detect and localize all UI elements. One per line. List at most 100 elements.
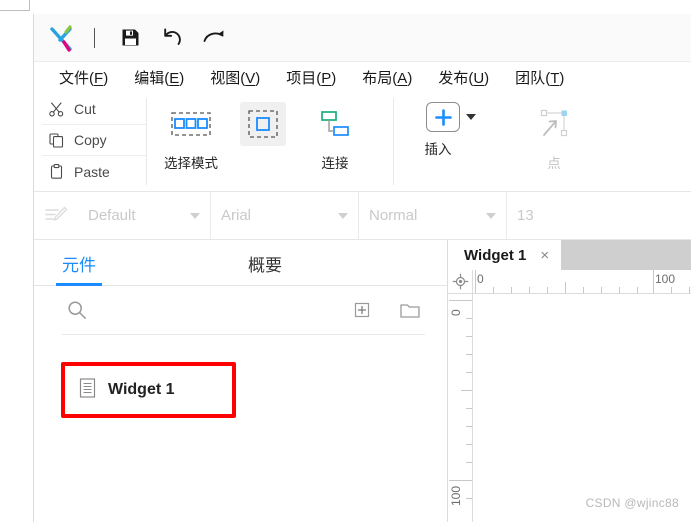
toolbar-separator [94, 27, 95, 48]
paste-label: Paste [74, 163, 110, 180]
plus-icon[interactable] [426, 102, 460, 132]
point-tool-icon [531, 102, 577, 146]
insert-control[interactable] [426, 102, 476, 132]
list-item-label: Widget 1 [108, 381, 175, 398]
ruler-label-h-100: 100 [655, 272, 676, 286]
chevron-down-icon[interactable] [486, 212, 496, 219]
font-size-value: 13 [517, 207, 534, 224]
font-weight-select[interactable]: Normal [359, 192, 507, 239]
connect-label: 连接 [321, 156, 349, 171]
connect-button[interactable]: 连接 [299, 102, 371, 172]
search-icon[interactable] [62, 297, 92, 323]
canvas-pane: Widget 1 × 0 100 0 100 [448, 240, 691, 522]
menu-item-publish[interactable]: 发布(U) [425, 67, 502, 88]
connect-icon [312, 102, 358, 146]
axure-x-logo [46, 23, 80, 53]
insert-group: 插入 点 [394, 92, 590, 191]
workspace: 元件 概要 Widget 1 Widget 1 × 0 100 0 100 [34, 240, 691, 522]
ruler-label-v-0: 0 [449, 309, 463, 316]
menu-bar: 文件(F) 编辑(E) 视图(V) 项目(P) 布局(A) 发布(U) 团队(T… [34, 62, 691, 92]
cut-label: Cut [74, 101, 96, 117]
design-canvas[interactable] [474, 295, 691, 522]
menu-item-team[interactable]: 团队(T) [502, 67, 577, 88]
style-value: Default [88, 207, 136, 224]
menu-item-file[interactable]: 文件(F) [46, 67, 121, 88]
menu-item-layout[interactable]: 布局(A) [349, 67, 425, 88]
tab-widgets-label: 元件 [62, 256, 96, 275]
highlight-box: Widget 1 [61, 362, 236, 418]
tab-outline[interactable]: 概要 [242, 251, 288, 285]
style-select[interactable]: Default [78, 192, 211, 239]
quick-access-toolbar [34, 14, 691, 62]
horizontal-ruler[interactable]: 0 100 [473, 270, 691, 294]
add-page-icon[interactable] [347, 297, 377, 323]
menu-label: 布局 [362, 69, 393, 87]
ruler-label-v-100: 100 [449, 485, 463, 506]
selection-tools-group: 选择模式 连接 [147, 92, 371, 191]
menu-accel: T [550, 69, 560, 87]
point-tool-label: 点 [547, 156, 561, 171]
font-family-value: Arial [221, 207, 252, 224]
canvas-tab-label: Widget 1 [464, 246, 527, 264]
chevron-down-icon[interactable] [190, 212, 200, 219]
panel-divider [62, 334, 425, 335]
clipboard-icon [48, 164, 64, 180]
chevron-down-icon[interactable] [338, 212, 348, 219]
menu-accel: U [473, 69, 485, 87]
select-mode-contained-button[interactable]: 选择模式 [155, 102, 227, 172]
panel-tab-bar: 元件 概要 [34, 240, 447, 286]
menu-item-edit[interactable]: 编辑(E) [121, 67, 197, 88]
save-icon[interactable] [109, 21, 151, 55]
font-family-select[interactable]: Arial [211, 192, 359, 239]
menu-item-view[interactable]: 视图(V) [197, 67, 273, 88]
screenshot-root: 文件(F) 编辑(E) 视图(V) 项目(P) 布局(A) 发布(U) 团队(T… [0, 0, 691, 522]
ruler-label-h-0: 0 [477, 272, 484, 286]
menu-label: 项目 [286, 69, 317, 87]
select-mode-touching-icon [240, 102, 286, 146]
text-style-icon [34, 192, 78, 239]
clipboard-group: Cut Copy Paste [34, 92, 146, 191]
watermark: CSDN @wjinc88 [585, 496, 679, 510]
menu-accel: E [169, 69, 180, 87]
close-icon[interactable]: × [540, 247, 549, 264]
window-edge-fragment [0, 0, 30, 11]
format-toolbar: Default Arial Normal 13 [34, 192, 691, 240]
chevron-down-icon[interactable] [466, 114, 476, 120]
menu-accel: A [397, 69, 408, 87]
pages-panel: 元件 概要 Widget 1 [34, 240, 448, 522]
crosshair-icon[interactable] [448, 270, 473, 294]
select-mode-touching-button[interactable] [227, 102, 299, 152]
menu-label: 文件 [59, 69, 90, 87]
menu-item-project[interactable]: 项目(P) [273, 67, 349, 88]
redo-icon[interactable] [193, 21, 235, 55]
select-mode-contained-icon [168, 102, 214, 146]
insert-label: 插入 [424, 142, 452, 157]
canvas-tab-widget-1[interactable]: Widget 1 × [448, 240, 562, 270]
tab-outline-label: 概要 [248, 256, 282, 275]
canvas-tab-strip: Widget 1 × [448, 240, 691, 270]
page-icon [79, 377, 97, 403]
menu-accel: F [94, 69, 104, 87]
menu-label: 团队 [515, 69, 546, 87]
menu-accel: P [321, 69, 332, 87]
undo-icon[interactable] [151, 21, 193, 55]
tab-widgets[interactable]: 元件 [56, 251, 102, 286]
font-size-input[interactable]: 13 [507, 192, 567, 239]
cut-button[interactable]: Cut [42, 94, 146, 125]
copy-icon [48, 132, 64, 148]
copy-button[interactable]: Copy [42, 125, 146, 156]
menu-label: 发布 [438, 69, 469, 87]
insert-button[interactable]: 插入 [408, 102, 494, 158]
vertical-ruler[interactable]: 0 100 [448, 294, 473, 522]
panel-toolbar [34, 286, 447, 334]
font-weight-value: Normal [369, 207, 418, 224]
paste-button[interactable]: Paste [42, 156, 146, 187]
list-item[interactable]: Widget 1 [65, 366, 232, 414]
application-window: 文件(F) 编辑(E) 视图(V) 项目(P) 布局(A) 发布(U) 团队(T… [33, 14, 691, 522]
new-folder-icon[interactable] [395, 297, 425, 323]
copy-label: Copy [74, 132, 107, 148]
menu-label: 编辑 [134, 69, 165, 87]
ribbon-toolbar: Cut Copy Paste 选择模式 连接 插入 点 [34, 92, 691, 192]
select-mode-label: 选择模式 [164, 156, 218, 171]
point-tool-button: 点 [518, 102, 590, 172]
